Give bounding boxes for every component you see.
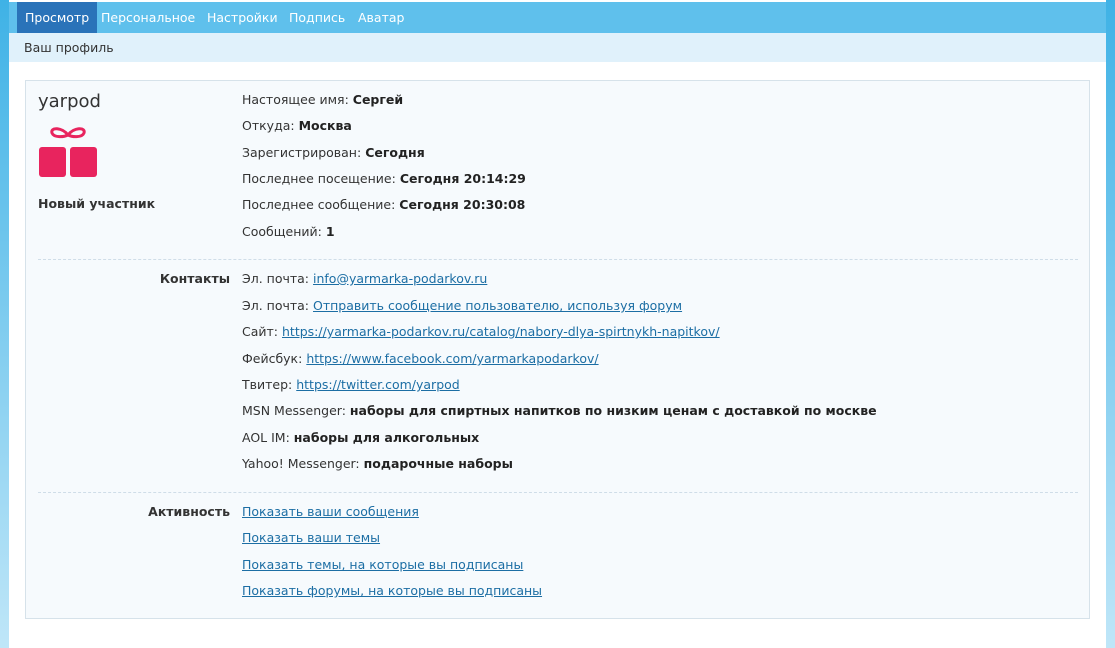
contact-msn: MSN Messenger: наборы для спиртных напит… <box>242 403 877 418</box>
page-container: Просмотр Персональное Настройки Подпись … <box>9 0 1106 648</box>
profile-panel: yarpod Новый участник Настоящее имя: Сер… <box>25 80 1090 619</box>
tab-bar: Просмотр Персональное Настройки Подпись … <box>9 2 1106 33</box>
email-link[interactable]: info@yarmarka-podarkov.ru <box>313 271 487 286</box>
detail-location: Откуда: Москва <box>242 118 352 133</box>
site-link[interactable]: https://yarmarka-podarkov.ru/catalog/nab… <box>282 324 720 339</box>
activity-item: Показать темы, на которые вы подписаны <box>242 557 523 572</box>
divider <box>38 492 1078 493</box>
tab-avatar[interactable]: Аватар <box>350 2 412 33</box>
activity-item: Показать ваши сообщения <box>242 504 419 519</box>
username: yarpod <box>38 91 101 112</box>
detail-last-post: Последнее сообщение: Сегодня 20:30:08 <box>242 197 526 212</box>
activity-item: Показать форумы, на которые вы подписаны <box>242 583 542 598</box>
contact-email-form: Эл. почта: Отправить сообщение пользоват… <box>242 298 683 313</box>
contacts-heading: Контакты <box>159 271 230 286</box>
show-subscribed-topics-link[interactable]: Показать темы, на которые вы подписаны <box>242 557 523 572</box>
facebook-link[interactable]: https://www.facebook.com/yarmarkapodarko… <box>306 351 598 366</box>
detail-last-visit: Последнее посещение: Сегодня 20:14:29 <box>242 171 526 186</box>
tab-view[interactable]: Просмотр <box>17 2 98 33</box>
activity-heading: Активность <box>148 504 230 519</box>
contact-aol: AOL IM: наборы для алкогольных <box>242 430 480 445</box>
tab-signature[interactable]: Подпись <box>281 2 353 33</box>
activity-item: Показать ваши темы <box>242 530 380 545</box>
show-posts-link[interactable]: Показать ваши сообщения <box>242 504 419 519</box>
contact-twitter: Твитер: https://twitter.com/yarpod <box>242 377 460 392</box>
contact-yahoo: Yahoo! Messenger: подарочные наборы <box>242 456 513 471</box>
show-topics-link[interactable]: Показать ваши темы <box>242 530 380 545</box>
detail-registered: Зарегистрирован: Сегодня <box>242 145 425 160</box>
divider <box>38 259 1078 260</box>
detail-realname: Настоящее имя: Сергей <box>242 92 404 107</box>
contact-email: Эл. почта: info@yarmarka-podarkov.ru <box>242 271 488 286</box>
gift-icon <box>38 125 98 179</box>
tab-settings[interactable]: Настройки <box>199 2 286 33</box>
send-message-link[interactable]: Отправить сообщение пользователю, исполь… <box>313 298 682 313</box>
twitter-link[interactable]: https://twitter.com/yarpod <box>296 377 459 392</box>
tab-personal[interactable]: Персональное <box>93 2 203 33</box>
show-subscribed-forums-link[interactable]: Показать форумы, на которые вы подписаны <box>242 583 542 598</box>
contact-facebook: Фейсбук: https://www.facebook.com/yarmar… <box>242 351 599 366</box>
sub-header: Ваш профиль <box>9 33 1106 62</box>
page-subtitle: Ваш профиль <box>24 40 114 55</box>
user-rank: Новый участник <box>38 196 156 211</box>
contact-site: Сайт: https://yarmarka-podarkov.ru/catal… <box>242 324 720 339</box>
detail-post-count: Сообщений: 1 <box>242 224 335 239</box>
